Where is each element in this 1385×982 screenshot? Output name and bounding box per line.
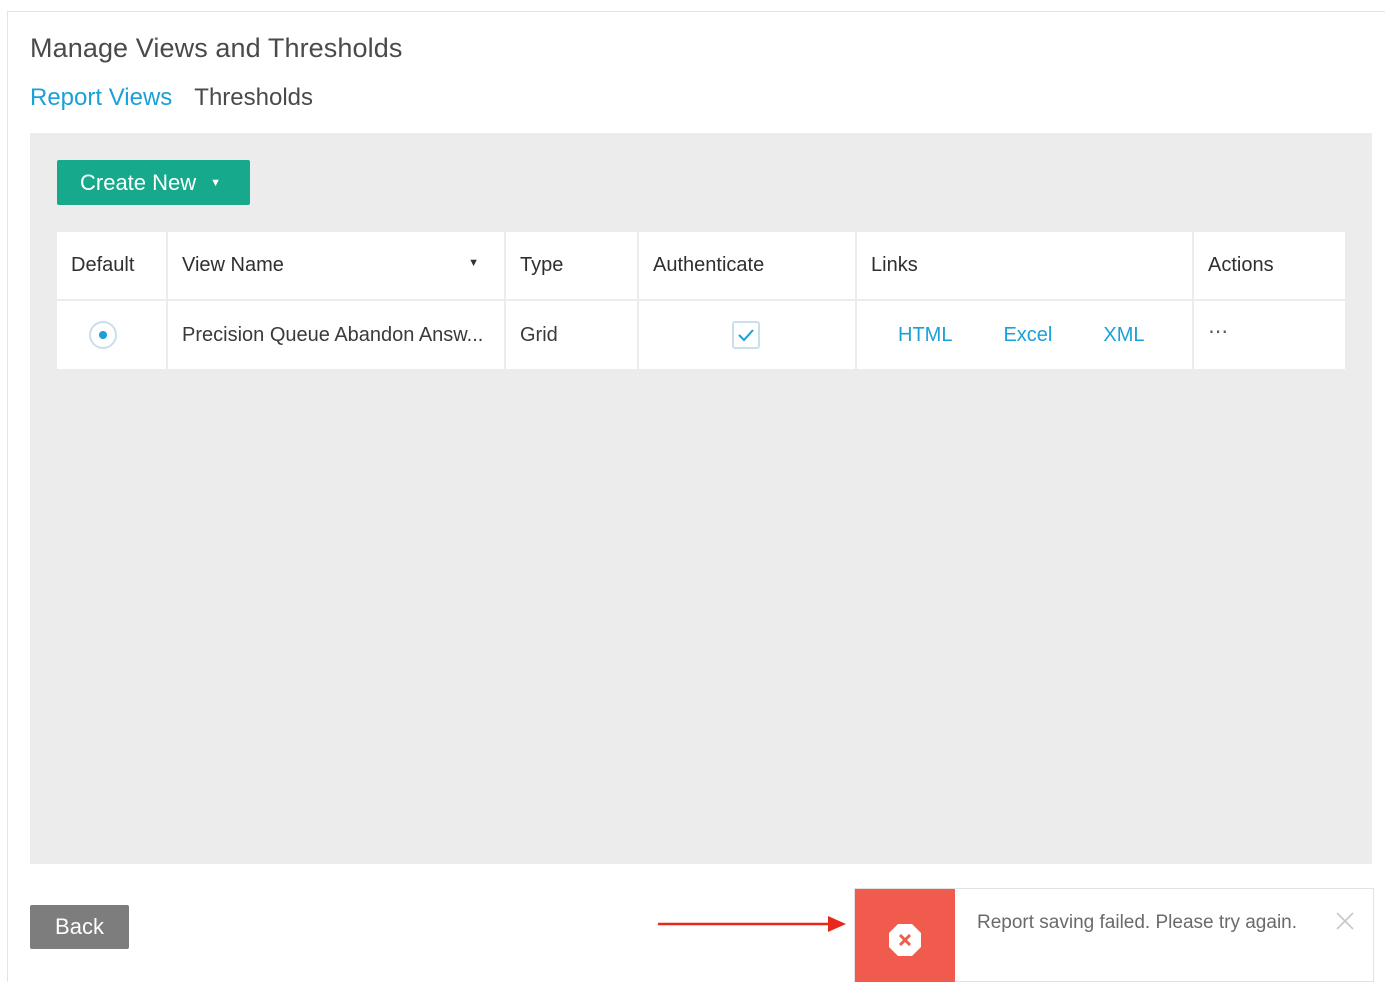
page-title: Manage Views and Thresholds [30, 33, 403, 63]
create-new-label: Create New [80, 169, 197, 195]
actions-cell: ⋯ [1193, 300, 1345, 369]
table-row: Precision Queue Abandon Answ... Grid HTM… [57, 300, 1345, 369]
annotation-arrow-icon [658, 916, 846, 932]
caret-down-icon: ▼ [210, 176, 222, 189]
toast-message: Report saving failed. Please try again. [977, 912, 1298, 933]
column-header-default: Default [57, 232, 168, 300]
authenticate-checkbox[interactable] [732, 321, 760, 349]
default-radio[interactable] [89, 321, 117, 349]
link-xml[interactable]: XML [1103, 324, 1144, 347]
link-html[interactable]: HTML [898, 324, 952, 347]
column-header-authenticate: Authenticate [638, 232, 857, 300]
sort-caret-icon[interactable]: ▼ [468, 257, 479, 269]
default-cell [57, 300, 168, 369]
link-excel[interactable]: Excel [1003, 324, 1052, 347]
links-cell: HTML Excel XML [856, 300, 1194, 369]
column-header-view-name[interactable]: View Name ▼ [167, 232, 506, 300]
create-new-button[interactable]: Create New ▼ [57, 160, 250, 205]
tab-thresholds[interactable]: Thresholds [194, 84, 313, 112]
check-icon [738, 329, 754, 342]
tab-bar: Report Views Thresholds [30, 84, 313, 112]
view-name-cell: Precision Queue Abandon Answ... [167, 300, 506, 369]
close-icon[interactable] [1335, 911, 1355, 931]
more-actions-icon[interactable]: ⋯ [1208, 321, 1230, 343]
column-header-links: Links [856, 232, 1194, 300]
report-views-panel: Create New ▼ Default View Name ▼ Type Au… [30, 133, 1372, 864]
error-toast: Report saving failed. Please try again. [854, 888, 1374, 982]
column-header-type: Type [505, 232, 639, 300]
column-header-actions: Actions [1208, 254, 1274, 276]
tab-report-views[interactable]: Report Views [30, 84, 172, 112]
radio-dot [99, 331, 107, 339]
views-table: Default View Name ▼ Type Authenticate Li… [57, 232, 1345, 369]
type-cell: Grid [505, 300, 639, 369]
table-header-row: Default View Name ▼ Type Authenticate Li… [57, 232, 1345, 300]
column-header-view-name-label: View Name [182, 254, 284, 276]
toast-status-bar [855, 889, 955, 982]
back-button[interactable]: Back [30, 905, 129, 949]
error-octagon-icon [889, 924, 921, 956]
authenticate-cell [638, 300, 857, 369]
